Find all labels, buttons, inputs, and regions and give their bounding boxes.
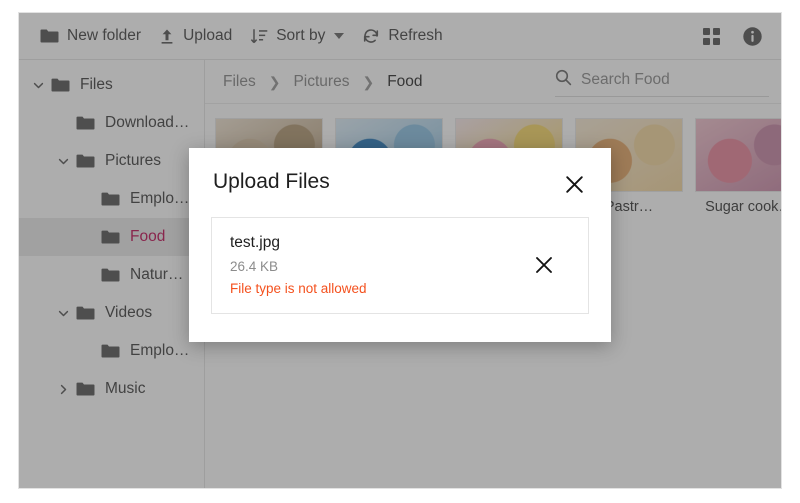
close-icon (534, 255, 554, 275)
upload-file-size: 26.4 KB (230, 259, 367, 274)
upload-file-item: test.jpg 26.4 KB File type is not allowe… (211, 217, 589, 314)
dialog-title: Upload Files (213, 170, 330, 193)
upload-files-dialog: Upload Files test.jpg 26.4 KB File type … (189, 148, 611, 342)
file-manager-window: New folder Upload (18, 12, 782, 489)
dialog-header: Upload Files (189, 148, 611, 197)
app-root: New folder Upload (0, 0, 800, 503)
upload-file-info: test.jpg 26.4 KB File type is not allowe… (230, 234, 367, 296)
dialog-close-button[interactable] (562, 172, 587, 197)
upload-file-error: File type is not allowed (230, 281, 367, 296)
upload-file-name: test.jpg (230, 234, 367, 252)
remove-file-button[interactable] (530, 251, 558, 279)
dialog-body: test.jpg 26.4 KB File type is not allowe… (189, 197, 611, 342)
close-icon (564, 174, 585, 195)
